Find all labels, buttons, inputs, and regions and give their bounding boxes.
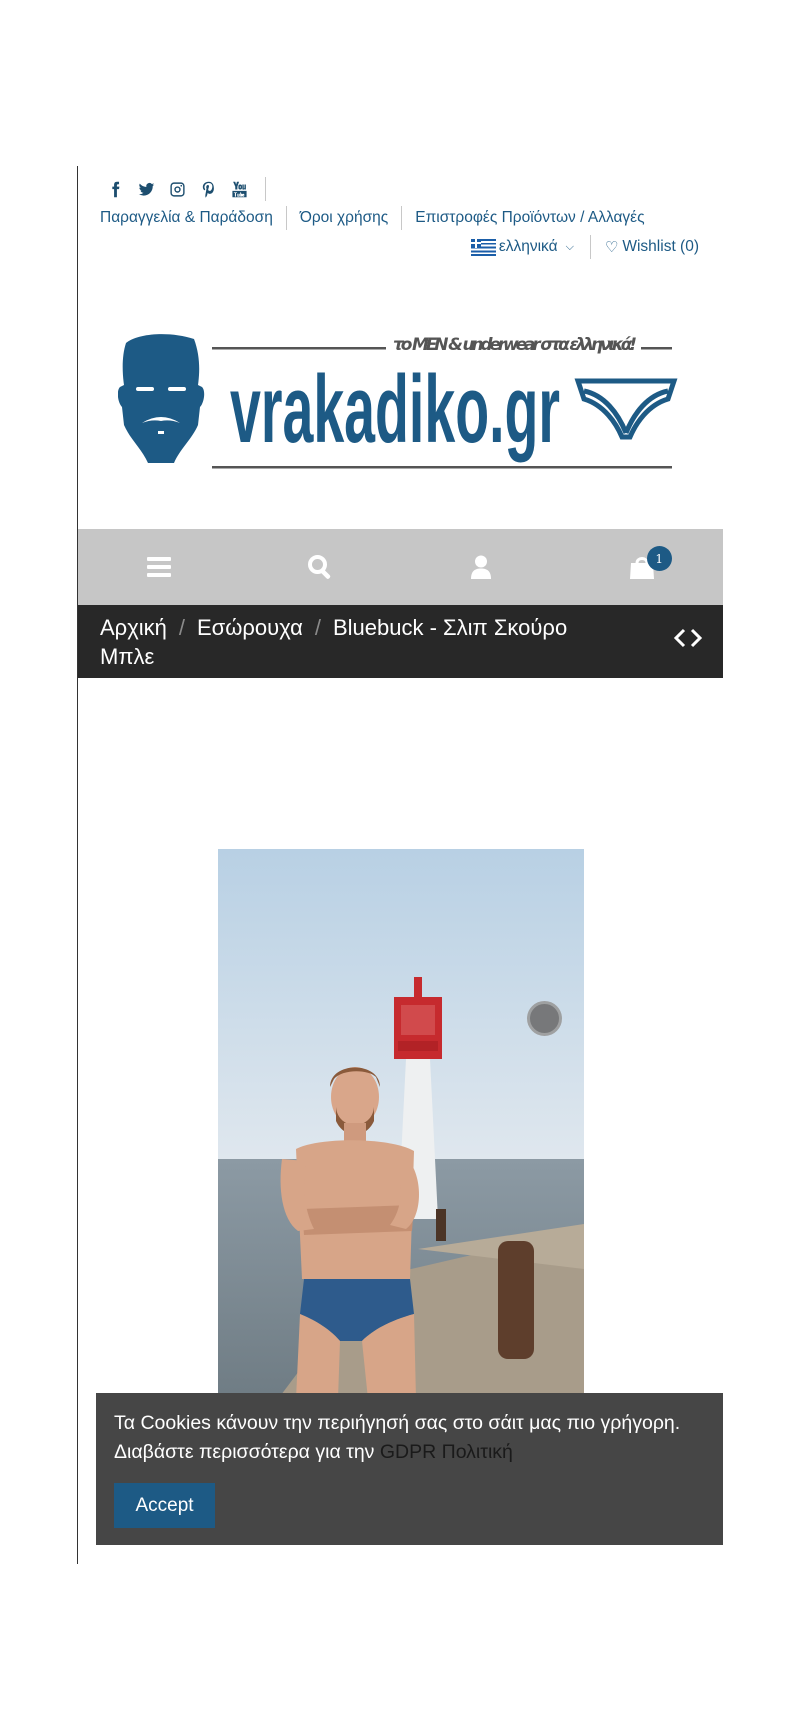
- logo-wordmark: vrakadiko.gr: [230, 356, 560, 463]
- language-selector[interactable]: ελληνικά ⌵: [470, 238, 574, 256]
- facebook-icon[interactable]: [100, 176, 131, 202]
- cart-count-badge: 1: [646, 546, 672, 571]
- logo-graphic: το MEN & underwear στα ελληνικά! vrakadi…: [117, 334, 678, 469]
- breadcrumb-current: Bluebuck - Σλιπ Σκούρο Μπλε: [100, 615, 568, 669]
- cart-button[interactable]: 1: [562, 529, 723, 605]
- product-image[interactable]: [218, 849, 584, 1399]
- cookie-banner: Τα Cookies κάνουν την περιήγησή σας στο …: [96, 1393, 723, 1545]
- wishlist-link[interactable]: ♡ Wishlist (0): [605, 238, 699, 256]
- instagram-icon[interactable]: [162, 176, 193, 202]
- top-bar: Παραγγελία & Παράδοση Όροι χρήσης Επιστρ…: [100, 176, 720, 259]
- social-links: [100, 176, 720, 202]
- link-order-delivery[interactable]: Παραγγελία & Παράδοση: [100, 209, 273, 227]
- chevron-down-icon: ⌵: [565, 240, 574, 253]
- breadcrumb-home[interactable]: Αρχική: [100, 615, 167, 640]
- gdpr-policy-link[interactable]: GDPR Πολιτική: [380, 1441, 513, 1463]
- breadcrumb-separator: /: [178, 615, 185, 640]
- previous-product-icon[interactable]: [673, 627, 686, 649]
- greek-flag-icon: [470, 238, 496, 256]
- divider: [285, 206, 287, 230]
- user-line: ελληνικά ⌵ ♡ Wishlist (0): [470, 235, 699, 259]
- wishlist-label: Wishlist (0): [622, 238, 699, 255]
- site-logo[interactable]: το MEN & underwear στα ελληνικά! vrakadi…: [117, 325, 678, 475]
- menu-icon: [146, 557, 171, 577]
- breadcrumb: Αρχική / Εσώρουχα / Bluebuck - Σλιπ Σκούρο Μ…: [78, 605, 723, 678]
- product-nav-arrows: [673, 627, 703, 649]
- heart-icon: ♡: [604, 239, 619, 256]
- account-button[interactable]: [401, 529, 562, 605]
- accept-cookies-button[interactable]: Accept: [114, 1483, 215, 1528]
- youtube-icon[interactable]: [224, 176, 255, 202]
- breadcrumb-category[interactable]: Εσώρουχα: [197, 615, 303, 640]
- user-icon: [471, 555, 492, 579]
- divider: [265, 177, 266, 201]
- next-product-icon[interactable]: [690, 627, 703, 649]
- product-photo: [218, 849, 584, 1399]
- main-navbar: 1: [78, 529, 723, 605]
- twitter-icon[interactable]: [131, 176, 162, 202]
- divider: [401, 206, 403, 230]
- info-links: Παραγγελία & Παράδοση Όροι χρήσης Επιστρ…: [100, 206, 645, 230]
- breadcrumb-separator: /: [314, 615, 321, 640]
- logo-tagline: το MEN & underwear στα ελληνικά!: [393, 335, 637, 355]
- page-left-border: [77, 166, 78, 1564]
- image-zoom-indicator[interactable]: [527, 1001, 562, 1036]
- language-label: ελληνικά: [498, 238, 558, 255]
- search-button[interactable]: [239, 529, 400, 605]
- menu-button[interactable]: [78, 529, 239, 605]
- search-icon: [307, 555, 331, 579]
- link-terms[interactable]: Όροι χρήσης: [300, 209, 388, 227]
- pinterest-icon[interactable]: [193, 176, 224, 202]
- cookie-message: Τα Cookies κάνουν την περιήγησή σας στο …: [114, 1409, 714, 1467]
- divider: [589, 235, 591, 259]
- breadcrumb-trail: Αρχική / Εσώρουχα / Bluebuck - Σλιπ Σκούρο Μ…: [100, 613, 600, 671]
- link-returns[interactable]: Επιστροφές Προϊόντων / Αλλαγές: [415, 209, 644, 227]
